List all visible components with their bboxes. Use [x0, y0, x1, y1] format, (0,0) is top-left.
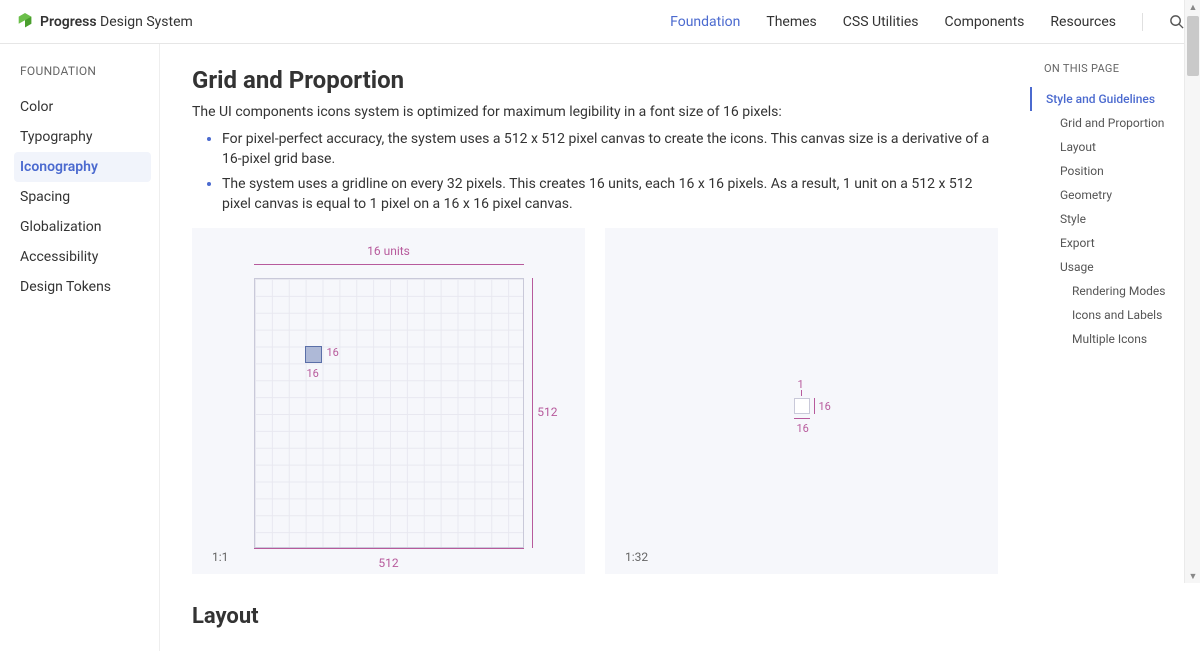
nav-components[interactable]: Components — [945, 14, 1025, 30]
rp-usage[interactable]: Usage — [1032, 255, 1190, 279]
dim-512-bottom: 512 — [254, 556, 524, 570]
nav-foundation[interactable]: Foundation — [670, 14, 740, 30]
figure-16-cell: 1 16 16 1:32 — [605, 228, 998, 574]
units-label: 16 units — [254, 244, 524, 258]
right-ruler — [528, 278, 538, 548]
rp-multiple-icons[interactable]: Multiple Icons — [1032, 327, 1190, 351]
sidebar-item-iconography[interactable]: Iconography — [14, 152, 151, 182]
scroll-up-icon[interactable]: ▲ — [1188, 2, 1198, 12]
figure-512-grid: 16 units 16 16 512 512 1:1 — [192, 228, 585, 574]
nav-themes[interactable]: Themes — [766, 14, 816, 30]
nav-css-utilities[interactable]: CSS Utilities — [843, 14, 919, 30]
sidebar-item-design-tokens[interactable]: Design Tokens — [20, 272, 151, 302]
top-nav: Foundation Themes CSS Utilities Componen… — [670, 13, 1184, 31]
bottom-ruler — [254, 544, 524, 554]
header: Progress Design System Foundation Themes… — [0, 0, 1200, 44]
rp-grid-and-proportion[interactable]: Grid and Proportion — [1032, 111, 1190, 135]
sidebar: FOUNDATION Color Typography Iconography … — [0, 44, 160, 651]
main-content: Grid and Proportion The UI components ic… — [160, 44, 1030, 651]
rp-title: ON THIS PAGE — [1030, 62, 1190, 75]
sidebar-item-color[interactable]: Color — [20, 92, 151, 122]
small-dim-right: 16 — [819, 400, 831, 413]
top-ruler — [254, 260, 524, 270]
cell-dim-bottom: 16 — [307, 367, 319, 380]
single-pixel-cell — [794, 398, 810, 414]
search-icon[interactable] — [1169, 14, 1184, 29]
scrollbar[interactable]: ▲ ▼ — [1184, 0, 1200, 583]
small-bottom-ruler — [794, 418, 810, 419]
logo-text: Progress Design System — [40, 14, 193, 30]
highlighted-cell — [305, 346, 322, 363]
small-right-ruler — [814, 398, 815, 414]
logo[interactable]: Progress Design System — [16, 13, 193, 31]
sidebar-item-accessibility[interactable]: Accessibility — [20, 242, 151, 272]
on-this-page: ON THIS PAGE Style and Guidelines Grid a… — [1030, 44, 1200, 651]
divider — [1142, 13, 1143, 31]
sidebar-item-spacing[interactable]: Spacing — [20, 182, 151, 212]
rp-export[interactable]: Export — [1032, 231, 1190, 255]
rp-rendering-modes[interactable]: Rendering Modes — [1032, 279, 1190, 303]
rp-geometry[interactable]: Geometry — [1032, 183, 1190, 207]
grid-canvas: 16 16 — [254, 278, 524, 548]
intro-text: The UI components icons system is optimi… — [192, 104, 998, 120]
rp-layout[interactable]: Layout — [1032, 135, 1190, 159]
nav-resources[interactable]: Resources — [1050, 14, 1116, 30]
sidebar-item-typography[interactable]: Typography — [20, 122, 151, 152]
sidebar-title: FOUNDATION — [20, 64, 159, 78]
scroll-down-icon[interactable]: ▼ — [1188, 571, 1198, 581]
figure-row: 16 units 16 16 512 512 1:1 1 — [192, 228, 998, 574]
dim-512-right: 512 — [537, 405, 557, 419]
bullet-list: For pixel-perfect accuracy, the system u… — [192, 130, 998, 214]
sidebar-item-globalization[interactable]: Globalization — [20, 212, 151, 242]
rp-list: Style and Guidelines Grid and Proportion… — [1030, 87, 1190, 351]
section-layout-title: Layout — [192, 604, 998, 629]
page-title: Grid and Proportion — [192, 66, 998, 94]
rp-style[interactable]: Style — [1032, 207, 1190, 231]
rp-icons-and-labels[interactable]: Icons and Labels — [1032, 303, 1190, 327]
progress-logo-icon — [16, 13, 34, 31]
bullet-1: For pixel-perfect accuracy, the system u… — [222, 130, 998, 169]
one-tick — [801, 390, 802, 396]
rp-position[interactable]: Position — [1032, 159, 1190, 183]
scrollbar-thumb[interactable] — [1187, 16, 1199, 76]
cell-dim-right: 16 — [327, 346, 339, 359]
small-dim-bottom: 16 — [797, 422, 809, 435]
bullet-2: The system uses a gridline on every 32 p… — [222, 175, 998, 214]
rp-style-and-guidelines[interactable]: Style and Guidelines — [1030, 87, 1190, 111]
ratio-1-32: 1:32 — [625, 550, 978, 564]
